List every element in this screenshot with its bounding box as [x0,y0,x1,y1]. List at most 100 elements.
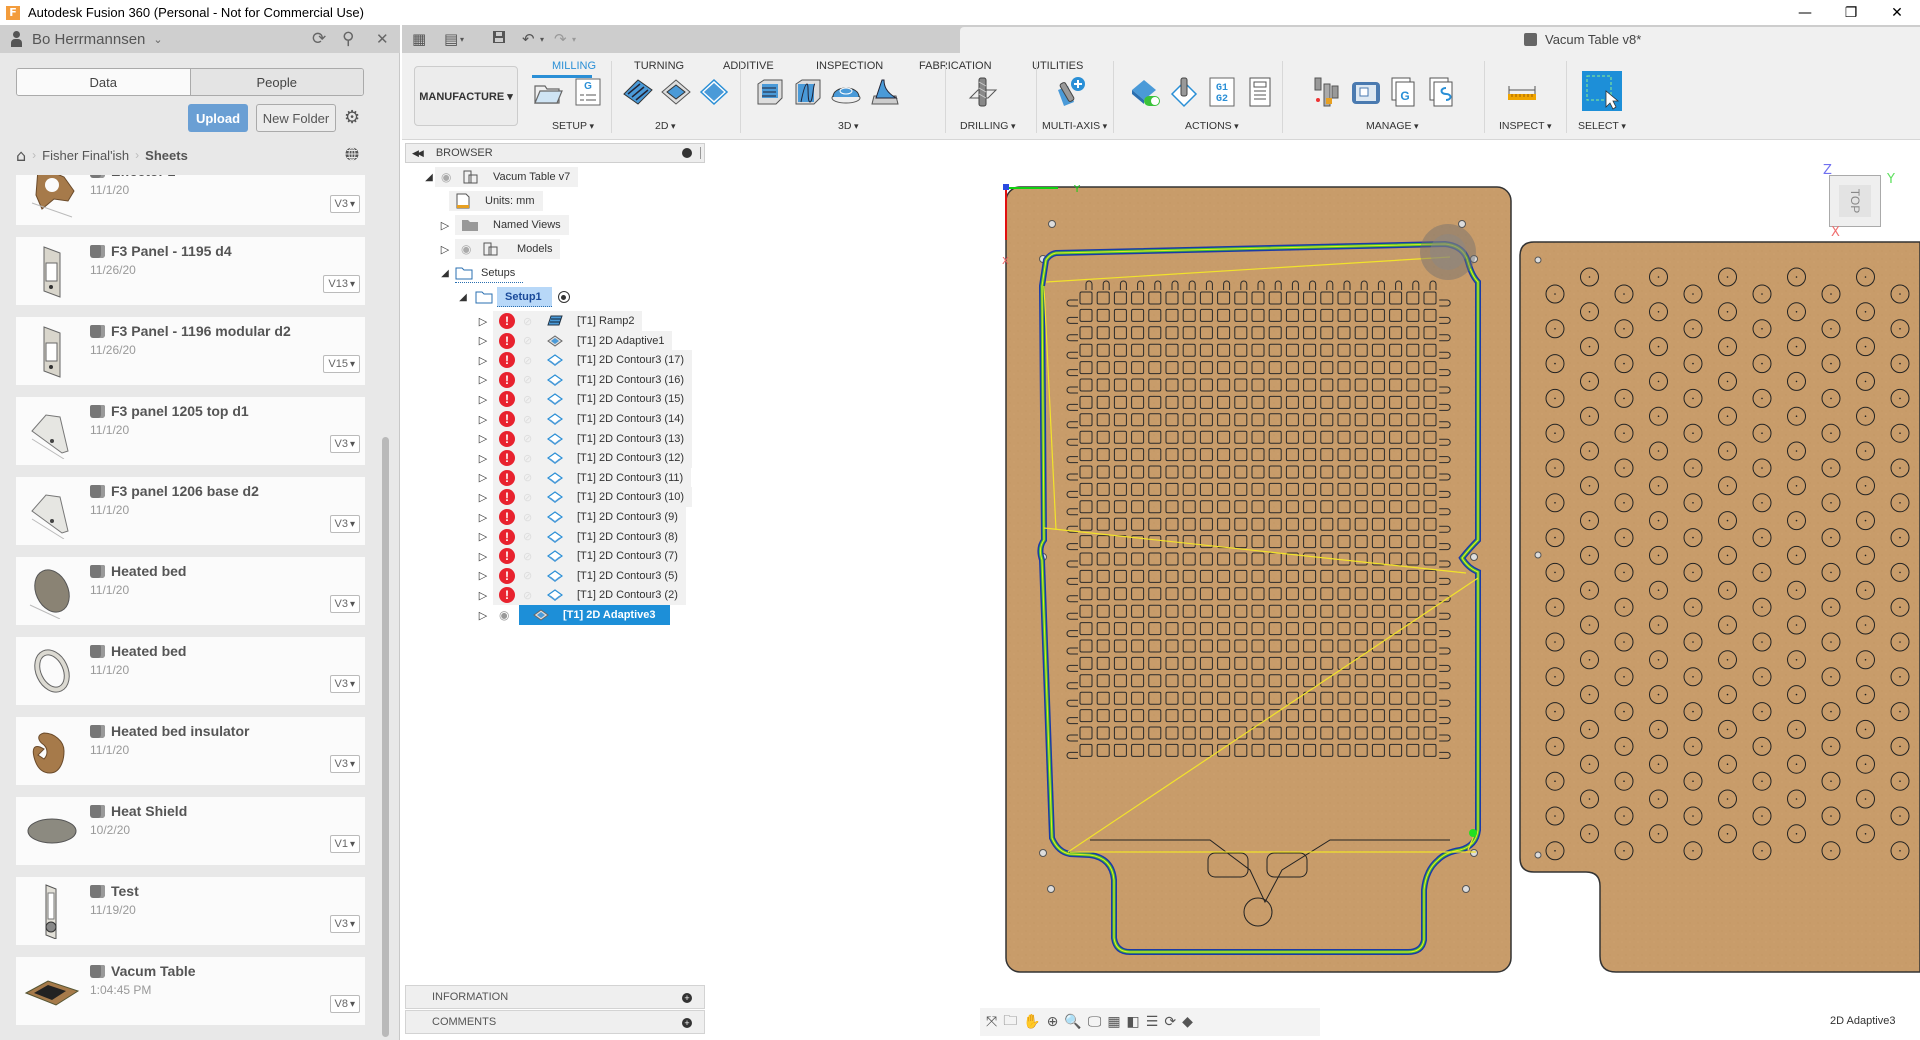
error-icon[interactable]: ! [499,548,515,565]
look-at-icon[interactable]: 🗀 [1003,1010,1017,1034]
file-item[interactable]: F3 Panel - 1195 d4 11/26/20 V13 [16,237,365,305]
inspect-group-label[interactable]: INSPECT [1499,120,1552,132]
effects-icon[interactable]: ◆ [1182,1014,1193,1030]
tree-node-root[interactable]: ◉ Vacum Table v7 [435,167,579,187]
browser-resize-handle[interactable] [700,147,701,159]
error-icon[interactable]: ! [499,371,515,388]
zoom-icon[interactable]: ⊕ [1047,1014,1059,1030]
eye-hidden-icon[interactable]: ⊘ [523,550,537,563]
eye-hidden-icon[interactable]: ⊘ [523,511,537,524]
version-dropdown[interactable]: V13 [323,275,360,293]
file-name[interactable]: F3 Panel - 1195 d4 [90,243,232,259]
operation-label[interactable]: ! ⊘ [T1] 2D Contour3 (13) [493,428,692,449]
tree-row-operation[interactable]: ▷! ⊘ [T1] 2D Contour3 (2) [477,585,686,606]
file-thumbnail[interactable] [24,323,80,379]
operation-label[interactable]: ! ⊘ [T1] 2D Contour3 (14) [493,409,692,429]
expand-triangle-icon[interactable]: ▷ [477,569,489,582]
file-item[interactable]: F3 Panel - 1196 modular d2 11/26/20 V15 [16,317,365,385]
environment-icon[interactable]: ☰ [1146,1014,1159,1030]
file-thumbnail[interactable] [24,803,80,859]
data-panel-grid-icon[interactable]: ▦ [412,30,426,48]
expand-information-icon[interactable]: + [682,993,692,1003]
expand-comments-icon[interactable]: + [682,1018,692,1028]
expand-triangle-icon[interactable]: ▷ [477,550,489,563]
operation-label[interactable]: ! ⊘ [T1] 2D Contour3 (10) [493,487,692,508]
error-icon[interactable]: ! [499,469,515,486]
expand-triangle-icon[interactable]: ▷ [477,413,489,426]
tree-row-units[interactable]: Units: mm [449,191,543,211]
eye-hidden-icon[interactable]: ⊘ [523,315,537,328]
3d-contour-icon[interactable] [792,76,824,108]
active-setup-radio[interactable] [557,291,570,303]
expand-triangle-icon[interactable]: ▷ [477,530,489,543]
machine-library-icon[interactable] [1350,76,1382,108]
tree-row-operation[interactable]: ▷! ⊘ [T1] 2D Contour3 (9) [477,507,686,527]
eye-hidden-icon[interactable]: ⊘ [523,432,537,445]
face-icon[interactable] [698,76,730,108]
version-dropdown[interactable]: V3 [329,915,360,933]
expand-triangle-icon[interactable]: ▷ [439,243,451,256]
eye-icon[interactable]: ◉ [461,242,475,256]
tree-row-operation[interactable]: ▷ ! ⊘ [T1] 2D Contour3 (10) [477,487,692,508]
chevron-down-icon[interactable]: ⌄ [153,33,162,46]
file-name[interactable]: F3 panel 1206 base d2 [90,483,259,499]
document-tab[interactable] [960,27,1920,53]
error-icon[interactable]: ! [499,450,515,467]
3d-group-label[interactable]: 3D [838,120,858,132]
drill-icon[interactable] [967,76,999,108]
tree-row-operation[interactable]: ▷! ⊘ [T1] 2D Contour3 (17) [477,350,692,371]
undo-icon[interactable]: ↶ [522,30,535,48]
error-icon[interactable]: ! [499,391,515,408]
post-process-icon[interactable]: G1G2 [1206,76,1238,108]
eye-hidden-icon[interactable]: ⊘ [523,334,537,347]
expand-triangle-icon[interactable]: ▷ [477,609,489,622]
tree-row-setups[interactable]: ◢ Setups [439,263,524,283]
tab-fabrication[interactable]: FABRICATION [919,60,992,72]
expand-triangle-icon[interactable]: ▷ [477,393,489,406]
file-name[interactable]: Test [90,883,139,899]
tree-row-operation[interactable]: ▷! ⊘ [T1] 2D Contour3 (5) [477,565,686,586]
tree-row-operation[interactable]: ▷ ! ⊘ [T1] 2D Adaptive1 [477,330,673,351]
multi-axis-icon[interactable] [1054,76,1086,108]
2d-pocket-icon[interactable] [660,76,692,108]
operation-label[interactable]: ! ⊘ [T1] 2D Contour3 (5) [493,565,686,586]
eye-hidden-icon[interactable]: ⊘ [523,471,537,484]
template-library-icon[interactable] [1426,76,1458,108]
operation-label[interactable]: ! ⊘ [T1] 2D Adaptive1 [493,330,673,351]
expand-triangle-icon[interactable]: ▷ [477,334,489,347]
error-icon[interactable]: ! [499,411,515,427]
eye-hidden-icon[interactable]: ⊘ [523,589,537,602]
close-window-button[interactable]: ✕ [1874,0,1920,25]
file-thumbnail[interactable] [24,243,80,299]
workpiece-board-main[interactable] [1005,186,1512,973]
tree-row-models[interactable]: ▷ ◉ Models [439,239,561,259]
error-icon[interactable]: ! [499,352,515,369]
drilling-group-label[interactable]: DRILLING [960,120,1015,132]
tree-row-named-views[interactable]: ▷ Named Views [439,215,569,235]
eye-hidden-icon[interactable]: ⊘ [523,491,537,504]
file-list-scrollbar[interactable] [382,437,389,1037]
tree-row-operation[interactable]: ▷! ⊘ [T1] 2D Contour3 (12) [477,448,692,469]
manage-group-label[interactable]: MANAGE [1366,120,1419,132]
refresh-icon[interactable]: ⟳ [312,29,326,49]
file-thumbnail[interactable] [24,403,80,460]
expand-triangle-icon[interactable]: ▷ [477,354,489,367]
eye-icon[interactable]: ◉ [441,170,455,184]
expand-triangle-icon[interactable]: ▷ [477,491,489,504]
home-icon[interactable]: ⌂ [16,146,26,165]
display-settings-icon[interactable]: 🖵 [1088,1014,1102,1030]
tree-node-named-views[interactable]: Named Views [455,215,569,235]
tree-row-operation[interactable]: ▷! ⊘ [T1] 2D Contour3 (14) [477,409,692,429]
upload-button[interactable]: Upload [188,104,248,132]
view-cube[interactable]: TOP [1829,175,1881,227]
error-icon[interactable]: ! [499,567,515,584]
measure-icon[interactable] [1506,76,1538,108]
setup-group-label[interactable]: SETUP [552,120,594,132]
error-icon[interactable]: ! [499,528,515,545]
version-dropdown[interactable]: V1 [329,835,360,853]
eye-hidden-icon[interactable]: ⊘ [523,569,537,582]
eye-hidden-icon[interactable]: ⊘ [523,413,537,426]
version-dropdown[interactable]: V3 [329,195,360,213]
file-item[interactable]: Test 11/19/20 V3 [16,877,365,945]
file-name[interactable]: Heated bed insulator [90,723,249,739]
